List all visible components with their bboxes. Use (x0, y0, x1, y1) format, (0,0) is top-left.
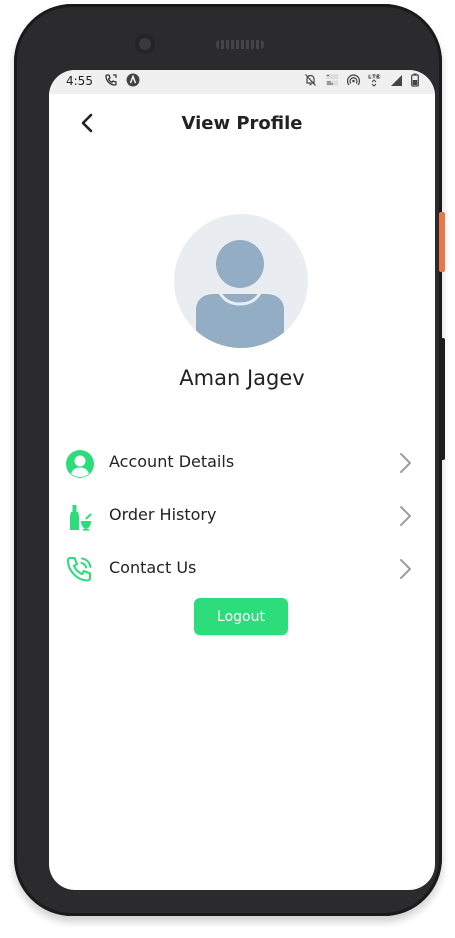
app-bar: View Profile (49, 94, 435, 154)
menu-item-label: Order History (109, 505, 217, 524)
status-left-icons (104, 73, 144, 90)
menu-item-account-details[interactable]: Account Details (63, 442, 413, 482)
user-placeholder-icon (174, 240, 308, 348)
app-notification-icon (126, 73, 140, 90)
page-title: View Profile (181, 113, 303, 134)
logout-button[interactable]: Logout (194, 598, 288, 635)
status-right-icons (304, 73, 419, 90)
volte-icon (325, 73, 339, 90)
chevron-right-icon (397, 558, 413, 580)
call-forward-icon (104, 73, 118, 90)
hotspot-icon (346, 73, 360, 90)
lte-icon (367, 73, 382, 90)
status-bar: 4:55 (49, 70, 435, 94)
phone-ringing-icon (65, 555, 95, 585)
power-button (439, 212, 445, 272)
earpiece-speaker (216, 40, 264, 49)
front-camera (135, 34, 155, 54)
volume-button (440, 338, 445, 460)
menu-item-contact-us[interactable]: Contact Us (63, 548, 413, 588)
status-time: 4:55 (66, 74, 93, 88)
account-circle-icon (65, 449, 95, 479)
bottles-icon (65, 502, 95, 532)
mute-icon (304, 73, 317, 90)
screen: 4:55 View Profile Aman Jagev Account Det… (49, 70, 435, 890)
avatar (174, 214, 308, 348)
user-name: Aman Jagev (179, 366, 305, 390)
chevron-right-icon (397, 452, 413, 474)
menu-item-order-history[interactable]: Order History (63, 495, 413, 535)
signal-icon (390, 74, 403, 90)
menu-item-label: Contact Us (109, 558, 197, 577)
phone-frame: 4:55 View Profile Aman Jagev Account Det… (14, 4, 442, 916)
chevron-right-icon (397, 505, 413, 527)
menu-item-label: Account Details (109, 452, 235, 471)
battery-icon (411, 73, 419, 90)
